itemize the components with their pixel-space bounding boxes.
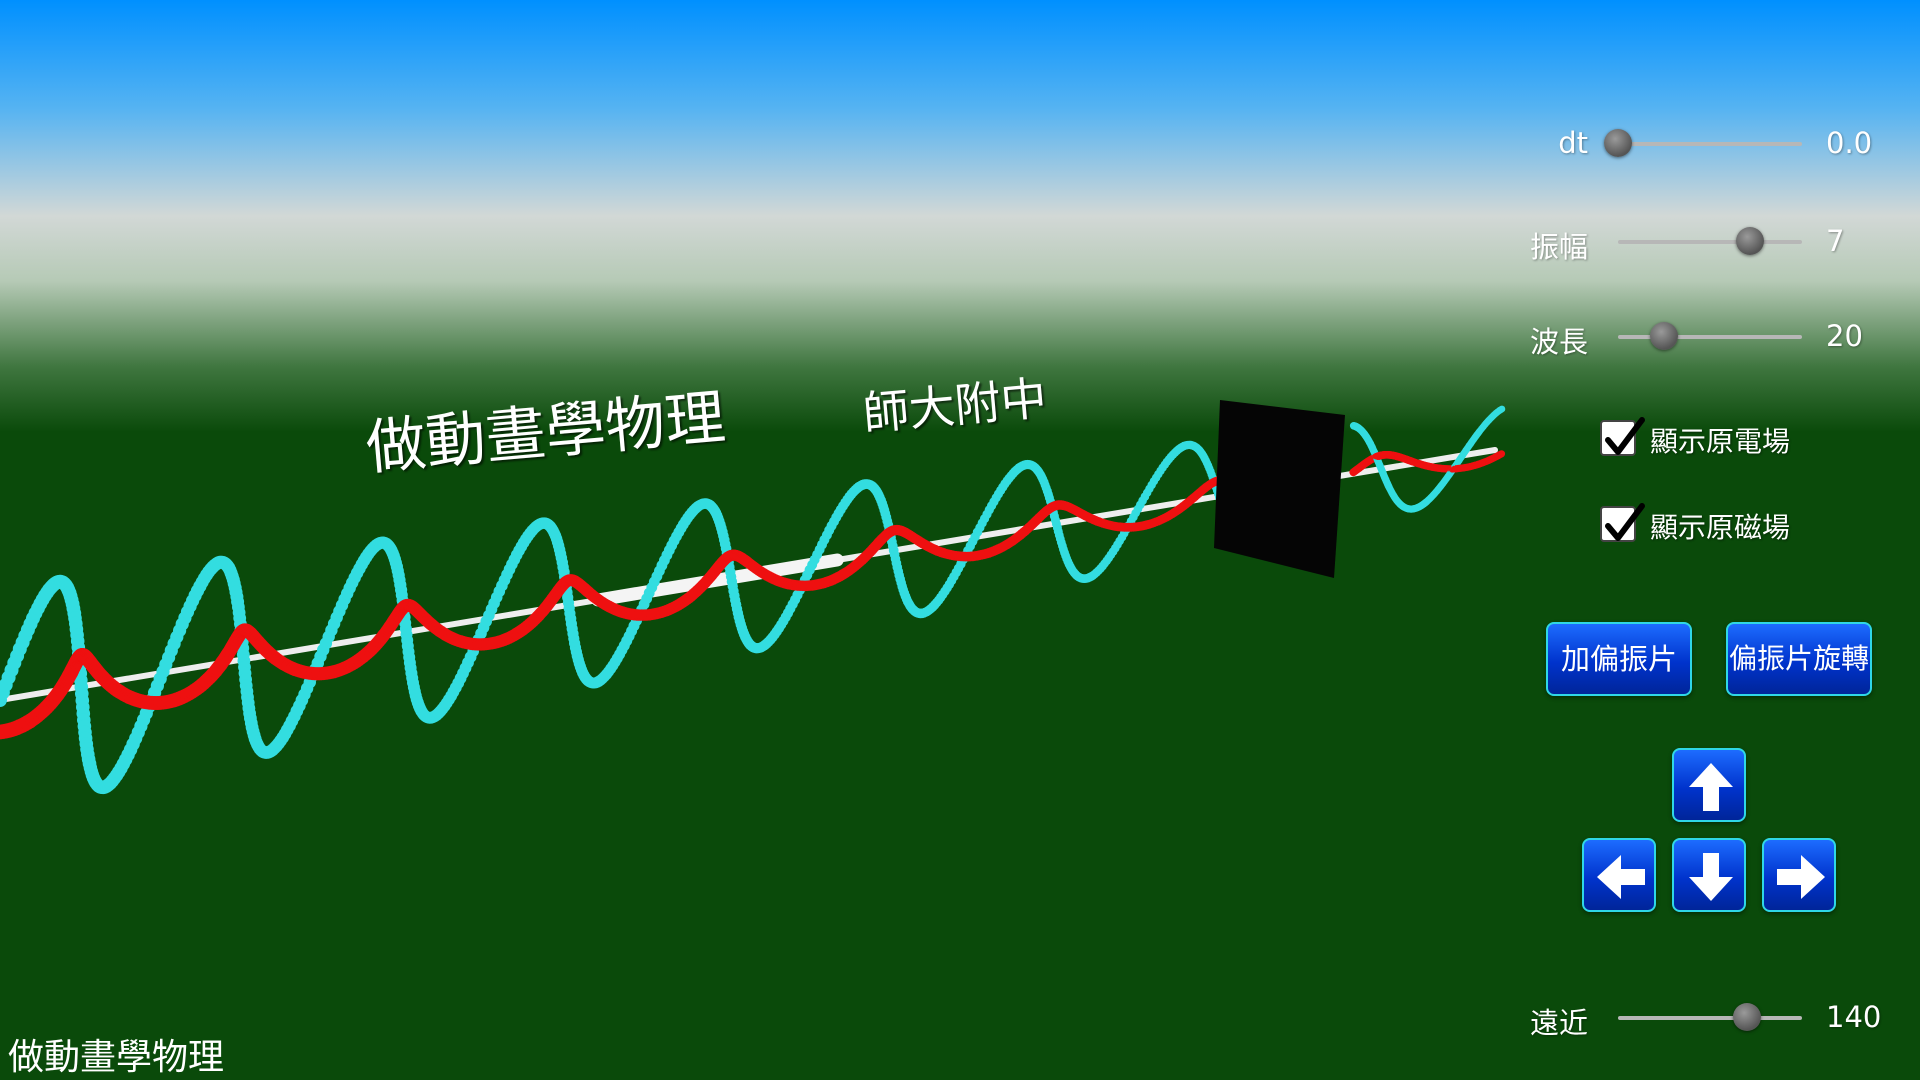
distance-slider-label: 遠近 (1529, 1006, 1588, 1040)
arrow-left-icon (1597, 855, 1645, 899)
simulation-canvas[interactable]: 做動畫學物理 師大附中 做動畫學物理 dt 0.0 振幅 7 波長 20 遠近 … (0, 0, 1920, 1080)
amplitude-slider-value: 7 (1826, 224, 1845, 258)
e-field-point (1497, 450, 1506, 458)
checkmark-icon (1605, 417, 1645, 455)
dt-slider-thumb[interactable] (1604, 129, 1632, 157)
move-up-button[interactable] (1672, 748, 1746, 822)
move-right-button[interactable] (1762, 838, 1836, 912)
checkmark-icon (1605, 503, 1645, 541)
amplitude-slider-thumb[interactable] (1736, 227, 1765, 255)
distance-slider[interactable]: 遠近 140 (1500, 998, 1900, 1040)
amplitude-slider-label: 振幅 (1529, 230, 1588, 264)
dt-slider[interactable]: dt 0.0 (1500, 124, 1900, 164)
arrow-up-icon (1689, 763, 1733, 811)
polarizer-sheet (1214, 400, 1345, 578)
arrow-down-icon (1689, 853, 1733, 901)
b-field-point (1498, 405, 1506, 413)
dt-slider-value: 0.0 (1826, 126, 1873, 160)
wavelength-slider-value: 20 (1826, 319, 1863, 353)
add-polarizer-button[interactable]: 加偏振片 (1546, 622, 1692, 696)
distance-slider-thumb[interactable] (1732, 1003, 1761, 1031)
show-e-field-label: 顯示原電場 (1650, 425, 1791, 458)
wavelength-slider[interactable]: 波長 20 (1500, 317, 1900, 359)
move-left-button[interactable] (1582, 838, 1656, 912)
show-b-field-label: 顯示原磁場 (1650, 511, 1791, 544)
dt-slider-label: dt (1558, 126, 1588, 160)
arrow-right-icon (1777, 855, 1825, 899)
amplitude-slider[interactable]: 振幅 7 (1500, 222, 1900, 264)
wavelength-slider-track[interactable] (1618, 335, 1802, 339)
move-down-button[interactable] (1672, 838, 1746, 912)
footer-title: 做動畫學物理 (8, 1037, 225, 1078)
show-e-field-checkbox[interactable] (1600, 417, 1645, 456)
distance-slider-track[interactable] (1618, 1016, 1802, 1020)
wavelength-slider-thumb[interactable] (1650, 322, 1678, 350)
distance-slider-value: 140 (1826, 1000, 1882, 1034)
wavelength-slider-label: 波長 (1529, 325, 1588, 359)
rotate-polarizer-button[interactable]: 偏振片旋轉 (1726, 622, 1872, 696)
amplitude-slider-track[interactable] (1618, 240, 1802, 244)
show-b-field-checkbox[interactable] (1600, 503, 1645, 542)
dt-slider-track[interactable] (1618, 142, 1802, 146)
